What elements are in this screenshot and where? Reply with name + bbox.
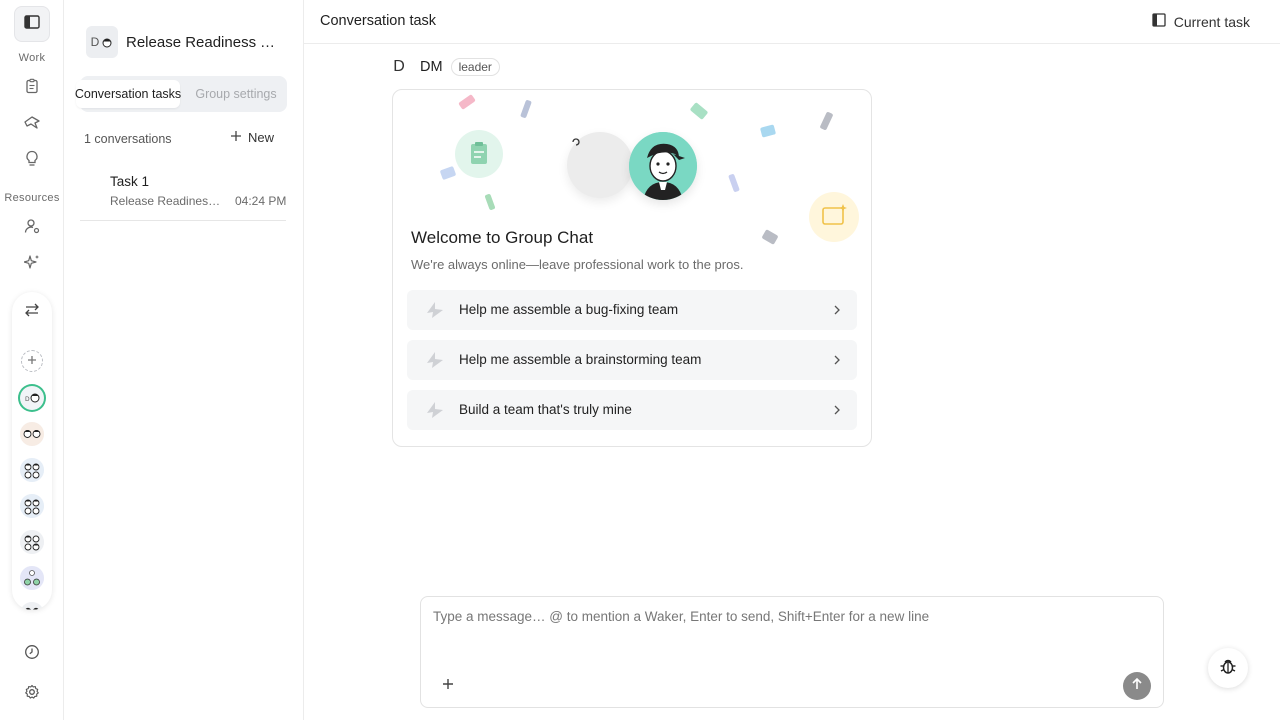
add-group-button[interactable] <box>21 350 43 372</box>
role-badge: leader <box>450 58 500 76</box>
tab-conversation-tasks[interactable]: Conversation tasks <box>75 80 181 108</box>
settings-icon <box>24 684 40 705</box>
panel-icon <box>1152 13 1166 30</box>
sender-avatar: D <box>393 58 405 75</box>
new-conversation-label: New <box>248 130 275 145</box>
current-task-label: Current task <box>1173 13 1250 30</box>
confetti-piece <box>484 193 496 211</box>
rail-agents-button[interactable] <box>20 216 44 240</box>
confetti-piece <box>458 94 476 110</box>
left-rail: Work Resources D <box>0 0 64 720</box>
top-bar: Conversation task Current task <box>304 0 1280 44</box>
clipboard-deco <box>455 130 503 178</box>
tab-group-settings[interactable]: Group settings <box>188 80 284 108</box>
group-avatar[interactable] <box>20 494 44 518</box>
clock-icon <box>24 644 40 665</box>
message-input[interactable] <box>433 609 1133 649</box>
suggestion-label: Help me assemble a bug-fixing team <box>459 302 679 317</box>
sidebar-toggle-button[interactable] <box>14 6 50 42</box>
bug-report-button[interactable] <box>1208 648 1248 688</box>
clipboard-icon <box>24 78 40 99</box>
sparkle-icon <box>23 254 40 275</box>
svg-text:D: D <box>25 396 30 403</box>
group-title: Release Readiness Te... <box>126 33 278 51</box>
rail-section-work: Work <box>18 52 46 64</box>
group-avatar[interactable] <box>20 566 44 590</box>
history-button[interactable] <box>20 642 44 666</box>
send-button[interactable] <box>1123 672 1151 700</box>
confetti-piece <box>819 111 834 131</box>
group-avatar[interactable] <box>20 602 44 610</box>
group-avatar[interactable]: D <box>20 386 44 410</box>
attach-button[interactable] <box>439 677 457 695</box>
welcome-subtitle: We're always online—leave professional w… <box>411 257 744 272</box>
group-avatar-letter: D <box>90 35 100 49</box>
current-task-button[interactable]: Current task <box>1152 13 1250 30</box>
plus-icon <box>230 130 242 145</box>
rail-section-resources: Resources <box>4 192 60 204</box>
message-header: D DM leader <box>392 58 500 76</box>
confetti-piece <box>520 99 532 119</box>
suggestion-label: Help me assemble a brainstorming team <box>459 352 702 367</box>
suggestion-bug-fixing-team[interactable]: Help me assemble a bug-fixing team <box>407 290 857 330</box>
task-time: 04:24 PM <box>235 194 287 208</box>
rail-launch-button[interactable] <box>20 112 44 136</box>
sender-name: DM <box>420 59 443 75</box>
panel-tabs: Conversation tasks Group settings <box>75 76 287 112</box>
star-icon <box>423 300 445 320</box>
bot-avatar <box>629 132 697 200</box>
add-icon <box>27 352 37 370</box>
new-conversation-button[interactable]: New <box>230 130 274 145</box>
group-avatar[interactable] <box>20 530 44 554</box>
suggestion-own-team[interactable]: Build a team that's truly mine <box>407 390 857 430</box>
chevron-right-icon <box>831 403 843 417</box>
task-subtitle: Release Readiness ... <box>110 194 226 208</box>
rail-tasks-button[interactable] <box>20 76 44 100</box>
confetti-piece <box>761 229 779 245</box>
rail-skills-button[interactable] <box>20 252 44 276</box>
arrow-up-icon <box>1131 677 1143 696</box>
conversation-count: 1 conversations <box>84 132 172 146</box>
main-area: Conversation task Current task D DM lead… <box>304 0 1280 720</box>
image-deco <box>809 192 859 242</box>
group-avatar[interactable] <box>20 422 44 446</box>
chevron-right-icon <box>831 353 843 367</box>
confetti-piece <box>728 173 740 193</box>
list-item[interactable]: Task 1 Release Readiness ... 04:24 PM <box>80 166 286 221</box>
group-avatar[interactable] <box>20 458 44 482</box>
group-header-avatar: D <box>86 26 118 58</box>
lightbulb-icon <box>25 150 39 172</box>
suggestion-brainstorming-team[interactable]: Help me assemble a brainstorming team <box>407 340 857 380</box>
conversation-panel: D Release Readiness Te... Conversation t… <box>64 0 304 720</box>
sidebar-toggle-icon <box>24 14 40 34</box>
loading-avatar <box>567 132 633 198</box>
star-icon <box>423 350 445 370</box>
suggestion-label: Build a team that's truly mine <box>459 402 632 417</box>
swap-button[interactable] <box>20 300 44 324</box>
bug-icon <box>1219 657 1237 680</box>
swap-icon <box>24 303 40 322</box>
settings-button[interactable] <box>20 682 44 706</box>
group-header: D Release Readiness Te... <box>86 26 278 58</box>
message-composer <box>420 596 1164 708</box>
page-title: Conversation task <box>320 13 437 29</box>
confetti-piece <box>759 124 777 138</box>
star-icon <box>423 400 445 420</box>
group-list: D <box>12 292 52 610</box>
welcome-card: Welcome to Group Chat We're always onlin… <box>392 89 872 447</box>
rocket-icon <box>23 114 41 135</box>
welcome-title: Welcome to Group Chat <box>411 228 594 247</box>
confetti-piece <box>689 102 709 120</box>
task-title: Task 1 <box>110 174 150 189</box>
plus-icon <box>442 677 454 695</box>
rail-ideas-button[interactable] <box>20 149 44 173</box>
person-gear-icon <box>24 218 40 239</box>
chevron-right-icon <box>831 303 843 317</box>
confetti-piece <box>439 165 457 181</box>
